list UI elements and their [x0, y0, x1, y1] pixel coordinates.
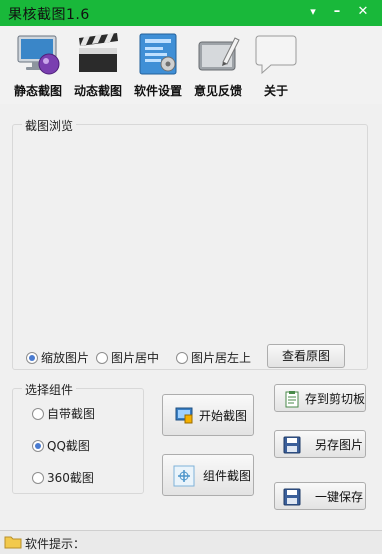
- preview-area: [16, 134, 362, 334]
- settings-doc-icon: [135, 32, 181, 76]
- radio-dot: [26, 352, 38, 364]
- about-label: 关于: [263, 84, 288, 98]
- floppy-disk-icon: [283, 488, 301, 506]
- floppy-disk-icon: [283, 436, 301, 454]
- static-shot-button[interactable]: 静态截图: [8, 32, 68, 102]
- crop-frame-icon: [173, 465, 195, 487]
- component-shot-button[interactable]: 组件截图: [162, 454, 254, 496]
- title-bar[interactable]: 果核截图1.6 ▾ – ✕: [0, 0, 382, 26]
- copy-clipboard-button[interactable]: 存到剪切板: [274, 384, 366, 412]
- status-bar: 软件提示：: [0, 530, 382, 554]
- top-left-image-radio[interactable]: 图片居左上: [176, 350, 251, 366]
- minimize-icon[interactable]: –: [326, 2, 348, 22]
- radio-dot: [32, 440, 44, 452]
- view-original-button[interactable]: 查看原图: [267, 344, 345, 368]
- notepad-pen-icon: [195, 32, 241, 76]
- folder-icon: [4, 535, 22, 549]
- dynamic-shot-button[interactable]: 动态截图: [68, 32, 128, 102]
- 360-shot-radio[interactable]: 360截图: [32, 470, 94, 486]
- settings-button[interactable]: 软件设置: [128, 32, 188, 102]
- about-button[interactable]: 关于: [246, 32, 306, 102]
- scale-image-radio[interactable]: 缩放图片: [26, 350, 89, 366]
- radio-dot: [176, 352, 188, 364]
- main-panel: 截图浏览 缩放图片 图片居中 图片居左上 查看原图 选择组件 自带截图 QQ截图…: [0, 104, 382, 530]
- monitor-icon: [15, 32, 61, 76]
- window-title: 果核截图1.6: [8, 7, 90, 23]
- feedback-button[interactable]: 意见反馈: [188, 32, 248, 102]
- save-as-button[interactable]: 另存图片: [274, 430, 366, 458]
- clapperboard-icon: [75, 32, 121, 76]
- component-caption: 选择组件: [22, 381, 77, 398]
- qq-shot-radio[interactable]: QQ截图: [32, 438, 90, 454]
- radio-dot: [32, 408, 44, 420]
- clipboard-icon: [283, 390, 301, 408]
- center-image-radio[interactable]: 图片居中: [96, 350, 159, 366]
- menu-arrow-icon[interactable]: ▾: [302, 2, 324, 22]
- main-toolbar: 静态截图 动态截图 软件设置 意见反馈 关于: [0, 26, 382, 104]
- screenshot-icon: [175, 406, 193, 424]
- status-text: 软件提示：: [25, 537, 86, 551]
- one-key-save-button[interactable]: 一键保存: [274, 482, 366, 510]
- builtin-shot-radio[interactable]: 自带截图: [32, 406, 95, 422]
- preview-caption: 截图浏览: [22, 117, 77, 134]
- speech-bubble-icon: [253, 32, 299, 76]
- radio-dot: [96, 352, 108, 364]
- radio-dot: [32, 472, 44, 484]
- start-shot-button[interactable]: 开始截图: [162, 394, 254, 436]
- close-icon[interactable]: ✕: [352, 2, 374, 22]
